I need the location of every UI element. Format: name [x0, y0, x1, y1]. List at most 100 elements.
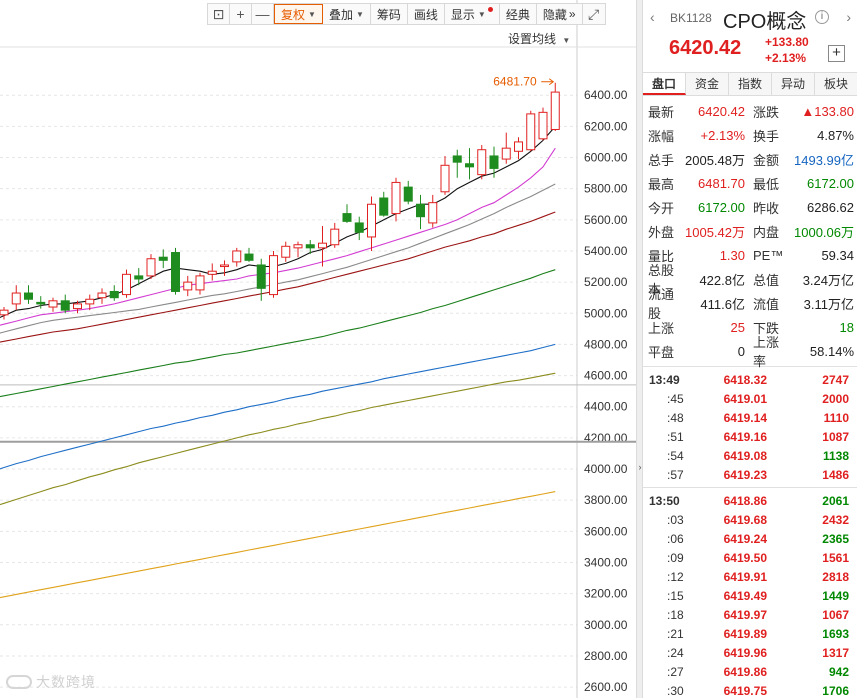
tick-price: 6419.86 — [723, 664, 767, 679]
candle-down — [171, 252, 180, 292]
tick-price: 6419.50 — [723, 550, 767, 565]
tick-volume: 1067 — [822, 607, 849, 622]
double-chevron-icon: » — [568, 7, 576, 21]
stat-value: 0 — [737, 343, 745, 359]
candle-up — [122, 273, 131, 296]
tab-1[interactable]: 资金 — [686, 73, 729, 95]
candle-down — [256, 264, 266, 289]
candle-up — [538, 111, 548, 140]
tab-3[interactable]: 异动 — [772, 73, 815, 95]
toolbar-button-3[interactable]: 复权 ▼ — [274, 4, 323, 24]
stat-label: 流通股 — [648, 287, 675, 321]
fullscreen-button[interactable]: ⤢ — [583, 4, 605, 24]
tick-volume: 1317 — [822, 645, 849, 660]
stat-label: 今开 — [648, 200, 675, 216]
stat-row: 今开 6172.00 昨收 6286.62 — [643, 195, 857, 219]
y-tick-label: 2800.00 — [584, 649, 628, 663]
tick-time: :12 — [667, 569, 684, 584]
candle-down — [465, 163, 474, 168]
candle-down — [489, 155, 499, 169]
tick-price: 6419.16 — [723, 429, 767, 444]
tick-time: :18 — [667, 607, 684, 622]
next-arrow-icon[interactable]: › — [846, 9, 851, 25]
kline-chart[interactable]: 6400.00 6200.00 6000.00 5800.00 5600.00 5400.… — [0, 0, 636, 698]
candle-up — [391, 181, 401, 215]
sector-name: CPO概念 — [723, 11, 807, 33]
y-tick-label: 5400.00 — [584, 244, 628, 258]
tick-volume: 1706 — [822, 683, 849, 698]
tick-price: 6419.14 — [723, 410, 767, 425]
toolbar-label: 显示 — [450, 7, 475, 22]
tab-4[interactable]: 板块 — [815, 73, 857, 95]
prev-arrow-icon[interactable]: ‹ — [650, 9, 655, 25]
tick-volume: 1693 — [822, 626, 849, 641]
ma-line-7 — [0, 491, 556, 599]
tick-time: :27 — [667, 664, 684, 679]
toolbar-button-7[interactable]: 显示 ▼ — [445, 4, 500, 24]
add-watchlist-button[interactable]: + — [828, 45, 845, 62]
toolbar-button-4[interactable]: 叠加 ▼ — [323, 4, 371, 24]
candle-down — [452, 155, 462, 163]
stat-label: 涨跌 — [753, 104, 780, 120]
tick-price: 6419.97 — [723, 607, 767, 622]
tick-row: :06 6419.24 2365 — [643, 529, 857, 548]
tick-time: :15 — [667, 588, 684, 603]
tick-row: :45 6419.01 2000 — [643, 389, 857, 408]
candle-up — [146, 258, 156, 277]
price-change: +133.80 +2.13% — [765, 34, 809, 66]
candle-down — [244, 253, 254, 261]
tick-volume: 2747 — [822, 372, 849, 387]
tick-price: 6419.23 — [723, 467, 767, 482]
stat-value: 18 — [839, 319, 854, 335]
y-tick-label: 3800.00 — [584, 493, 628, 507]
divider — [643, 487, 857, 488]
stat-row: 总手 2005.48万 金额 1493.99亿 — [643, 147, 857, 171]
max-price-label: 6481.70 — [493, 75, 537, 89]
tick-price: 6419.91 — [723, 569, 767, 584]
tab-2[interactable]: 指数 — [729, 73, 772, 95]
tick-row: :21 6419.89 1693 — [643, 624, 857, 643]
tick-row: 13:49 6418.32 2747 — [643, 370, 857, 389]
info-icon[interactable]: i — [815, 10, 829, 24]
tick-volume: 1561 — [822, 550, 849, 565]
toolbar-button-9[interactable]: 隐藏» — [537, 4, 583, 24]
tab-0[interactable]: 盘口 — [643, 73, 686, 95]
tick-volume: 1110 — [823, 410, 849, 425]
tick-price: 6418.32 — [723, 372, 767, 387]
change-percent: +2.13% — [765, 51, 807, 65]
candle-up — [514, 141, 523, 152]
ma-setting-button[interactable]: 设置均线 ▼ — [508, 30, 570, 47]
fullscreen-icon: ⤢ — [587, 5, 600, 22]
tick-time: :48 — [667, 410, 684, 425]
stat-label: 上涨 — [648, 320, 675, 336]
y-tick-label: 5200.00 — [584, 275, 628, 289]
zoom-in-button[interactable]: + — [230, 4, 252, 24]
kline-chart-area[interactable]: 6400.00 6200.00 6000.00 5800.00 5600.00 5400.… — [0, 0, 636, 698]
candle-up — [85, 298, 95, 305]
stat-value: 2005.48万 — [685, 152, 745, 168]
y-tick-label: 3400.00 — [584, 555, 628, 569]
stat-label: 总手 — [648, 152, 675, 168]
stat-value: 3.24万亿 — [802, 272, 854, 288]
candle-up — [97, 292, 107, 299]
candle-up — [526, 113, 536, 151]
zoom-out-button[interactable]: — — [252, 4, 274, 24]
tick-row: :03 6419.68 2432 — [643, 510, 857, 529]
toolbar-button-5[interactable]: 筹码 — [371, 4, 408, 24]
stat-label: 平盘 — [648, 344, 675, 360]
toolbar-button-6[interactable]: 画线 — [408, 4, 445, 24]
tick-volume: 2365 — [822, 531, 849, 546]
toolbar-label: 叠加 — [328, 7, 353, 22]
stat-value: 1493.99亿 — [794, 152, 854, 168]
candle-up — [232, 250, 242, 263]
stat-value: 422.8亿 — [699, 272, 745, 288]
y-tick-label: 4600.00 — [584, 369, 628, 383]
tick-row: :27 6419.86 942 — [643, 662, 857, 681]
candle-up — [330, 228, 340, 246]
lock-button[interactable]: ⊡ — [208, 4, 230, 24]
tick-time: :03 — [667, 512, 684, 527]
toolbar-button-8[interactable]: 经典 — [500, 4, 537, 24]
toolbar-label: 画线 — [413, 7, 438, 22]
zoom-in-icon: + — [236, 6, 245, 22]
candle-down — [134, 275, 144, 280]
